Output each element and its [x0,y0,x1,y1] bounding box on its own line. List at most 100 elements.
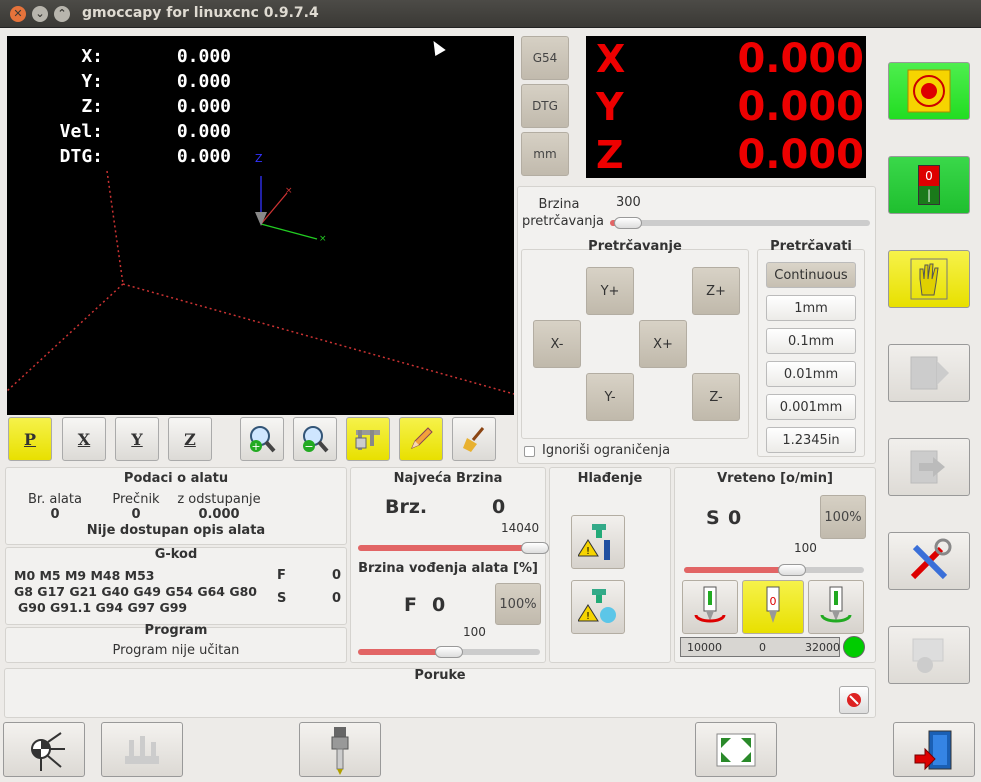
touch-off-button[interactable] [101,722,183,777]
dtg-button[interactable]: DTG [521,84,569,128]
tool-holder-icon [331,726,349,775]
messages-title: Poruke [414,668,466,683]
increment-continuous-button[interactable]: Continuous [766,262,856,288]
dro-y-row[interactable]: Y 0.000 [586,84,866,131]
svg-text:0: 0 [770,595,777,608]
view-x-icon: X [77,429,91,449]
x-axis-mark: × [319,234,327,244]
exit-button[interactable] [893,722,975,777]
tool-button[interactable] [299,722,381,777]
spindle-slider-value: 100 [794,541,817,555]
jog-x-minus-button[interactable]: X- [533,320,581,368]
dro-y-value: 0.000 [737,84,864,130]
svg-text:!: ! [586,546,590,557]
auto-mode-button[interactable] [888,438,970,496]
feed-label: F [404,594,417,616]
flood-coolant-button[interactable]: ! [571,515,625,569]
tool-diameter-header: Prečnik [112,492,160,507]
svg-text:+: + [251,440,260,453]
jog-speed-value: 300 [616,195,641,210]
increment-0.001mm-button[interactable]: 0.001mm [766,394,856,420]
view-y-button[interactable]: Y [115,417,159,461]
machine-power-button[interactable]: 0 | [888,156,970,214]
jog-z-plus-button[interactable]: Z+ [692,267,740,315]
feed-title: Brzina vođenja alata [%] [358,561,538,576]
jog-z-minus-button[interactable]: Z- [692,373,740,421]
max-velocity-slider-max: 14040 [501,521,540,535]
max-velocity-value: 0 [492,496,506,518]
spindle-override-button[interactable]: 100% [820,495,866,539]
manual-mode-button[interactable] [888,250,970,308]
spindle-reverse-icon [820,586,852,623]
spindle-speed-bar: 10000 0 32000 [680,637,840,657]
preview-canvas[interactable]: Z × × X: 0.000 Y: 0.000 Z: 0.000 Vel: 0.000 … [7,36,514,415]
dro-z-value: 0.000 [737,132,864,178]
spindle-stop-button[interactable]: 0 [742,580,804,634]
spindle-knob[interactable] [778,564,806,576]
home-button[interactable] [3,722,85,777]
increment-1.2345in-button[interactable]: 1.2345in [766,427,856,453]
view-x-button[interactable]: X [62,417,106,461]
edit-button[interactable] [399,417,443,461]
preview-dro: X: 0.000 Y: 0.000 Z: 0.000 Vel: 0.000 DTG: 0.… [51,46,231,171]
max-velocity-knob[interactable] [521,542,549,554]
spindle-label: S [706,507,720,529]
spindle-stop-icon: 0 [766,586,780,623]
increment-0.1mm-button[interactable]: 0.1mm [766,328,856,354]
minimize-icon[interactable]: ⌄ [32,6,48,22]
ignore-limits-checkbox[interactable] [524,446,535,457]
dro-z-row[interactable]: Z 0.000 [586,132,866,179]
close-icon[interactable]: ✕ [10,6,26,22]
jog-speed-label-1: Brzina [538,197,580,212]
home-axes-icon [31,731,65,771]
tool-diameter-value: 0 [131,507,141,522]
jog-speed-label-2: pretrčavanja [521,214,605,229]
feed-knob[interactable] [435,646,463,658]
units-button[interactable]: mm [521,132,569,176]
view-z-button[interactable]: Z [168,417,212,461]
auto-arrow-icon [910,450,945,484]
spindle-title: Vreteno [o/min] [717,471,833,486]
settings-button[interactable] [888,532,970,590]
clear-plot-button[interactable] [452,417,496,461]
gcode-line-1: M0 M5 M9 M48 M53 [14,568,155,583]
spindle-bar-mid: 0 [759,641,766,654]
clear-messages-button[interactable] [839,686,869,714]
maximize-icon[interactable]: ⌃ [54,6,70,22]
mdi-mode-button[interactable] [888,344,970,402]
mist-coolant-button[interactable]: ! [571,580,625,634]
spindle-at-speed-led [843,636,865,658]
jog-title: Pretrčavanje [588,239,682,254]
user-tabs-button[interactable] [888,626,970,684]
delete-icon [847,693,861,707]
power-off-label: | [919,186,939,204]
increment-0.01mm-button[interactable]: 0.01mm [766,361,856,387]
coordinate-system-button[interactable]: G54 [521,36,569,80]
jog-x-plus-button[interactable]: X+ [639,320,687,368]
user-tabs-icon [912,638,944,673]
jog-y-minus-button[interactable]: Y- [586,373,634,421]
zoom-out-button[interactable]: − [293,417,337,461]
view-p-button[interactable]: P [8,417,52,461]
jog-speed-knob[interactable] [614,217,642,229]
increment-1mm-button[interactable]: 1mm [766,295,856,321]
dro-x-value: 0.000 [737,36,864,82]
spindle-reverse-button[interactable] [808,580,864,634]
dro-x-row[interactable]: X 0.000 [586,36,866,83]
zoom-in-button[interactable]: + [240,417,284,461]
spindle-bar-min: 10000 [687,641,722,654]
show-dimensions-button[interactable] [346,417,390,461]
gcode-f-label: F [277,568,286,583]
feed-override-button[interactable]: 100% [495,583,541,625]
coolant-title: Hlađenje [577,471,643,486]
jog-y-plus-button[interactable]: Y+ [586,267,634,315]
spindle-forward-button[interactable] [682,580,738,634]
jog-speed-slider[interactable] [610,220,870,226]
svg-text:!: ! [586,611,590,622]
pencil-icon [411,427,433,449]
mist-icon: ! [578,589,616,623]
gcode-line-3: G90 G91.1 G94 G97 G99 [18,600,188,615]
power-switch-icon: 0 | [918,165,940,205]
fullscreen-button[interactable] [695,722,777,777]
estop-button[interactable] [888,62,970,120]
